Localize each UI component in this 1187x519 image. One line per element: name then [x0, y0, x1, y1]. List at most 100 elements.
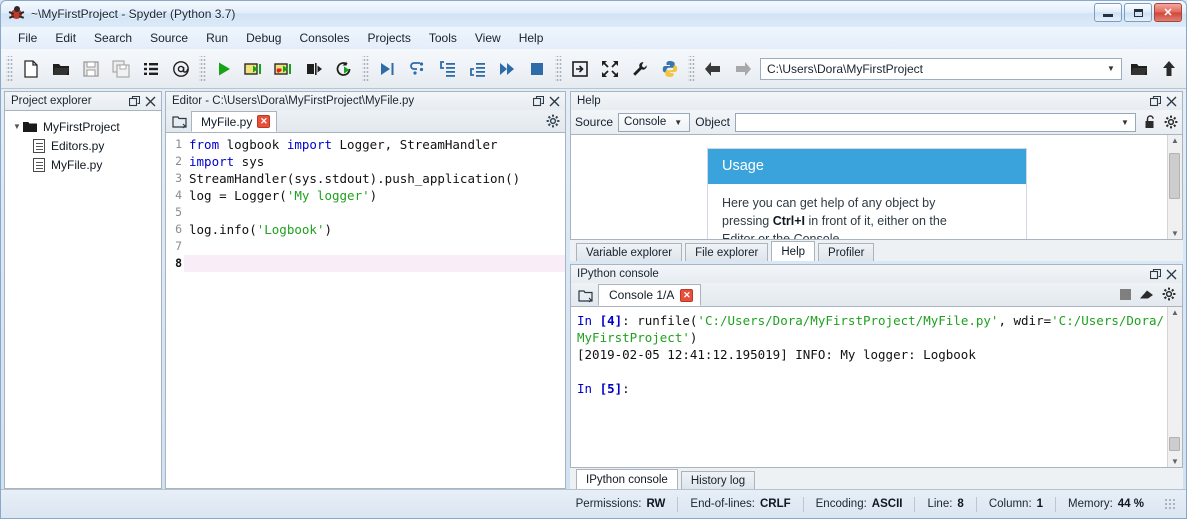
debug-step-return-icon[interactable] — [462, 54, 492, 84]
preferences-icon[interactable] — [625, 54, 655, 84]
working-directory-combo[interactable]: C:\Users\Dora\MyFirstProject ▼ — [760, 58, 1122, 80]
stop-icon[interactable] — [1120, 289, 1131, 300]
tree-node-root[interactable]: ▼ MyFirstProject — [7, 117, 159, 136]
scrollbar-thumb[interactable] — [1169, 153, 1180, 199]
minimize-button[interactable] — [1094, 3, 1122, 22]
window-controls: ✕ — [1094, 3, 1182, 22]
undock-icon[interactable] — [1148, 267, 1162, 281]
browse-tabs-icon[interactable] — [169, 112, 189, 132]
new-file-icon[interactable] — [16, 54, 46, 84]
project-explorer-title: Project explorer — [11, 95, 125, 107]
code-editor[interactable]: 1 2 3 4 5 6 7 8 from logbook import Logg… — [165, 132, 566, 489]
editor-tab-myfile[interactable]: MyFile.py ✕ — [191, 111, 277, 132]
close-icon[interactable] — [1164, 94, 1178, 108]
pythonpath-icon[interactable] — [655, 54, 685, 84]
chevron-down-icon[interactable]: ▼ — [1117, 118, 1133, 127]
menu-projects[interactable]: Projects — [359, 29, 420, 47]
save-file-icon[interactable] — [76, 54, 106, 84]
browse-tabs-icon[interactable] — [575, 286, 595, 306]
scroll-down-icon[interactable]: ▼ — [1171, 229, 1179, 238]
run-file-icon[interactable] — [209, 54, 239, 84]
undock-icon[interactable] — [531, 94, 545, 108]
console-output-area[interactable]: In [4]: runfile('C:/Users/Dora/MyFirstPr… — [570, 306, 1183, 468]
forward-arrow-icon[interactable] — [728, 54, 758, 84]
save-all-icon[interactable] — [106, 54, 136, 84]
undock-icon[interactable] — [1148, 94, 1162, 108]
chevron-down-icon[interactable]: ▼ — [670, 118, 686, 127]
toolbar-grip-debug[interactable] — [362, 56, 369, 82]
menu-edit[interactable]: Edit — [46, 29, 85, 47]
scroll-up-icon[interactable]: ▲ — [1171, 136, 1179, 145]
scroll-down-icon[interactable]: ▼ — [1171, 457, 1179, 466]
code-token: ) — [324, 222, 332, 237]
up-arrow-icon[interactable] — [1154, 54, 1184, 84]
help-source-combo[interactable]: Console ▼ — [618, 113, 690, 132]
menu-file[interactable]: File — [9, 29, 46, 47]
menu-run[interactable]: Run — [197, 29, 237, 47]
fullscreen-icon[interactable] — [595, 54, 625, 84]
chevron-down-icon[interactable]: ▼ — [1103, 64, 1119, 73]
menu-tools[interactable]: Tools — [420, 29, 466, 47]
close-icon[interactable] — [143, 94, 157, 108]
tab-ipython-console[interactable]: IPython console — [576, 469, 678, 489]
help-scrollbar[interactable]: ▲ ▼ — [1167, 135, 1182, 239]
debug-stop-icon[interactable] — [522, 54, 552, 84]
menu-source[interactable]: Source — [141, 29, 197, 47]
maximize-pane-icon[interactable] — [565, 54, 595, 84]
find-symbols-icon[interactable] — [166, 54, 196, 84]
debug-continue-icon[interactable] — [492, 54, 522, 84]
tab-help[interactable]: Help — [771, 241, 815, 261]
resize-grip[interactable] — [1164, 498, 1176, 510]
console-tab-1a[interactable]: Console 1/A ✕ — [598, 284, 701, 306]
tab-profiler[interactable]: Profiler — [818, 243, 874, 261]
tab-history-log[interactable]: History log — [681, 471, 755, 489]
close-button[interactable]: ✕ — [1154, 3, 1182, 22]
gear-icon[interactable] — [1162, 287, 1176, 301]
scrollbar-thumb[interactable] — [1169, 437, 1180, 451]
help-object-input[interactable]: ▼ — [735, 113, 1136, 132]
debug-file-icon[interactable] — [372, 54, 402, 84]
editor-pane: Editor - C:\Users\Dora\MyFirstProject\My… — [165, 91, 566, 489]
console-line — [577, 363, 1167, 380]
code-text[interactable]: from logbook import Logger, StreamHandle… — [184, 133, 565, 488]
close-icon[interactable]: ✕ — [257, 115, 270, 128]
eraser-icon[interactable] — [1139, 288, 1154, 301]
toolbar-grip[interactable] — [6, 56, 13, 82]
close-icon[interactable]: ✕ — [680, 289, 693, 302]
run-cell-advance-icon[interactable] — [269, 54, 299, 84]
chevron-down-icon[interactable]: ▼ — [11, 122, 23, 131]
toolbar-grip-path[interactable] — [688, 56, 695, 82]
toolbar-grip-layout[interactable] — [555, 56, 562, 82]
debug-step-over-icon[interactable] — [402, 54, 432, 84]
close-icon[interactable] — [547, 94, 561, 108]
menu-search[interactable]: Search — [85, 29, 141, 47]
menu-view[interactable]: View — [466, 29, 510, 47]
scroll-up-icon[interactable]: ▲ — [1171, 308, 1179, 317]
tree-node-editors-py[interactable]: Editors.py — [7, 136, 159, 155]
window-title: ~\MyFirstProject - Spyder (Python 3.7) — [31, 7, 235, 21]
console-scrollbar[interactable]: ▲ ▼ — [1167, 307, 1182, 467]
open-folder-icon[interactable] — [1124, 54, 1154, 84]
open-file-icon[interactable] — [46, 54, 76, 84]
re-run-cell-icon[interactable] — [329, 54, 359, 84]
close-icon[interactable] — [1164, 267, 1178, 281]
menu-debug[interactable]: Debug — [237, 29, 290, 47]
run-cell-icon[interactable] — [239, 54, 269, 84]
toolbar-grip-run[interactable] — [199, 56, 206, 82]
debug-step-into-icon[interactable] — [432, 54, 462, 84]
unlock-icon[interactable] — [1143, 115, 1157, 129]
back-arrow-icon[interactable] — [698, 54, 728, 84]
tree-node-myfile-py[interactable]: MyFile.py — [7, 155, 159, 174]
gear-icon[interactable] — [545, 113, 560, 128]
gear-icon[interactable] — [1164, 115, 1178, 129]
maximize-button[interactable] — [1124, 3, 1152, 22]
run-selection-icon[interactable] — [299, 54, 329, 84]
menu-consoles[interactable]: Consoles — [290, 29, 358, 47]
file-switcher-icon[interactable] — [136, 54, 166, 84]
memory-label: Memory: — [1068, 498, 1113, 510]
undock-icon[interactable] — [127, 94, 141, 108]
permissions-value: RW — [646, 498, 665, 510]
menu-help[interactable]: Help — [510, 29, 553, 47]
tab-variable-explorer[interactable]: Variable explorer — [576, 243, 682, 261]
tab-file-explorer[interactable]: File explorer — [685, 243, 768, 261]
